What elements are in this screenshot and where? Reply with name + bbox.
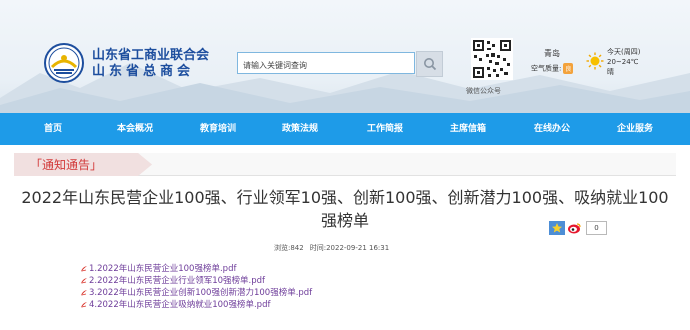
pdf-icon xyxy=(81,266,87,272)
pdf-icon xyxy=(81,278,87,284)
view-count: 浏览:842 xyxy=(274,244,304,252)
attachment-link[interactable]: 2.2022年山东民营企业行业领军10强榜单.pdf xyxy=(80,275,312,287)
nav-item-home[interactable]: 首页 xyxy=(18,113,88,145)
nav-item-briefing[interactable]: 工作简报 xyxy=(350,113,420,145)
attachment-label: 4.2022年山东民营企业吸纳就业100强榜单.pdf xyxy=(89,300,271,310)
attachment-label: 3.2022年山东民营企业创新100强创新潜力100强榜单.pdf xyxy=(89,288,313,298)
nav-item-enterprise[interactable]: 企业服务 xyxy=(600,113,670,145)
org-name: 山东省工商业联合会 山东省总商会 xyxy=(92,48,222,80)
attachment-link[interactable]: 4.2022年山东民营企业吸纳就业100强榜单.pdf xyxy=(80,299,312,311)
share-counter: 0 xyxy=(586,221,607,235)
nav-item-training[interactable]: 教育培训 xyxy=(183,113,253,145)
weather-city: 青岛 xyxy=(544,49,560,58)
weather-day: 今天(周四) xyxy=(607,48,641,56)
air-quality-label: 空气质量: xyxy=(531,64,562,73)
section-title: 「通知通告」 xyxy=(30,158,103,172)
org-name-line1: 山东省工商业联合会 xyxy=(92,48,210,63)
weather-forecast: 今天(周四) 20~24℃ 晴 xyxy=(607,47,640,77)
favorite-star-icon[interactable] xyxy=(549,221,565,235)
attachment-link[interactable]: 1.2022年山东民营企业100强榜单.pdf xyxy=(80,263,312,275)
nav-item-mailbox[interactable]: 主席信箱 xyxy=(433,113,503,145)
org-logo[interactable] xyxy=(44,43,84,83)
article-meta: 浏览:842 时间:2022-09-21 16:31 xyxy=(274,243,395,253)
qr-code-icon xyxy=(471,38,513,80)
attachment-link[interactable]: 3.2022年山东民营企业创新100强创新潜力100强榜单.pdf xyxy=(80,287,312,299)
main-nav: 首页 本会概况 教育培训 政策法规 工作简报 主席信箱 在线办公 企业服务 xyxy=(0,113,690,145)
org-name-line2: 山东省总商会 xyxy=(92,64,195,79)
attachment-label: 1.2022年山东民营企业100强榜单.pdf xyxy=(89,264,237,274)
sun-icon xyxy=(586,52,604,70)
weather-condition: 晴 xyxy=(607,68,614,76)
attachment-list: 1.2022年山东民营企业100强榜单.pdf 2.2022年山东民营企业行业领… xyxy=(80,263,312,311)
nav-item-policy[interactable]: 政策法规 xyxy=(265,113,335,145)
weibo-share-icon[interactable] xyxy=(566,221,582,235)
search-input[interactable] xyxy=(238,55,413,76)
site-header: 山东省工商业联合会 山东省总商会 微信公众号 青岛 空气质量:良 xyxy=(0,0,690,113)
nav-item-about[interactable]: 本会概况 xyxy=(100,113,170,145)
weather-temp: 20~24℃ xyxy=(607,58,639,66)
pdf-icon xyxy=(81,302,87,308)
qr-label: 微信公众号 xyxy=(466,87,501,95)
search-box xyxy=(237,52,415,76)
nav-item-office[interactable]: 在线办公 xyxy=(517,113,587,145)
air-quality-badge: 良 xyxy=(563,63,574,74)
attachment-label: 2.2022年山东民营企业行业领军10强榜单.pdf xyxy=(89,276,266,286)
air-quality: 空气质量: 良 xyxy=(531,63,574,74)
search-icon xyxy=(424,58,437,71)
search-button[interactable] xyxy=(416,51,443,77)
publish-time: 时间:2022-09-21 16:31 xyxy=(309,244,390,252)
pdf-icon xyxy=(81,290,87,296)
